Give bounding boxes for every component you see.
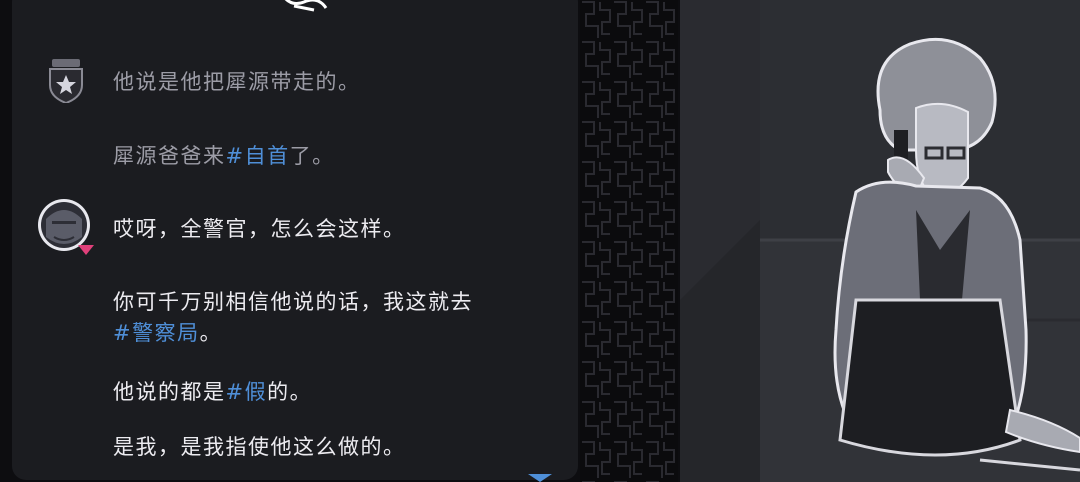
dialog-line: 犀源爸爸来#自首了。 [113, 144, 335, 168]
elderly-woman-on-phone-pixel-art [680, 0, 1080, 482]
old-woman-avatar-icon [38, 199, 94, 255]
dialog-line: 他说是他把犀源带走的。 [113, 70, 361, 94]
keyword-link[interactable]: #自首 [226, 144, 290, 168]
keyword-link[interactable]: #警察局 [113, 321, 200, 345]
dialog-line: 哎呀，全警官，怎么会这样。 [113, 217, 406, 241]
top-ornament-icon [284, 0, 328, 12]
keyword-link[interactable]: #假 [226, 380, 268, 404]
down-arrow-icon[interactable] [528, 474, 552, 482]
dialog-line: #警察局。 [113, 321, 223, 345]
dialog-line: 他说的都是#假的。 [113, 380, 313, 404]
dialog-line: 你可千万别相信他说的话，我这就去 [113, 290, 473, 314]
police-badge-icon [49, 59, 83, 103]
maze-pattern-border [580, 0, 678, 482]
dialog-line: 是我，是我指使他这么做的。 [113, 435, 406, 459]
